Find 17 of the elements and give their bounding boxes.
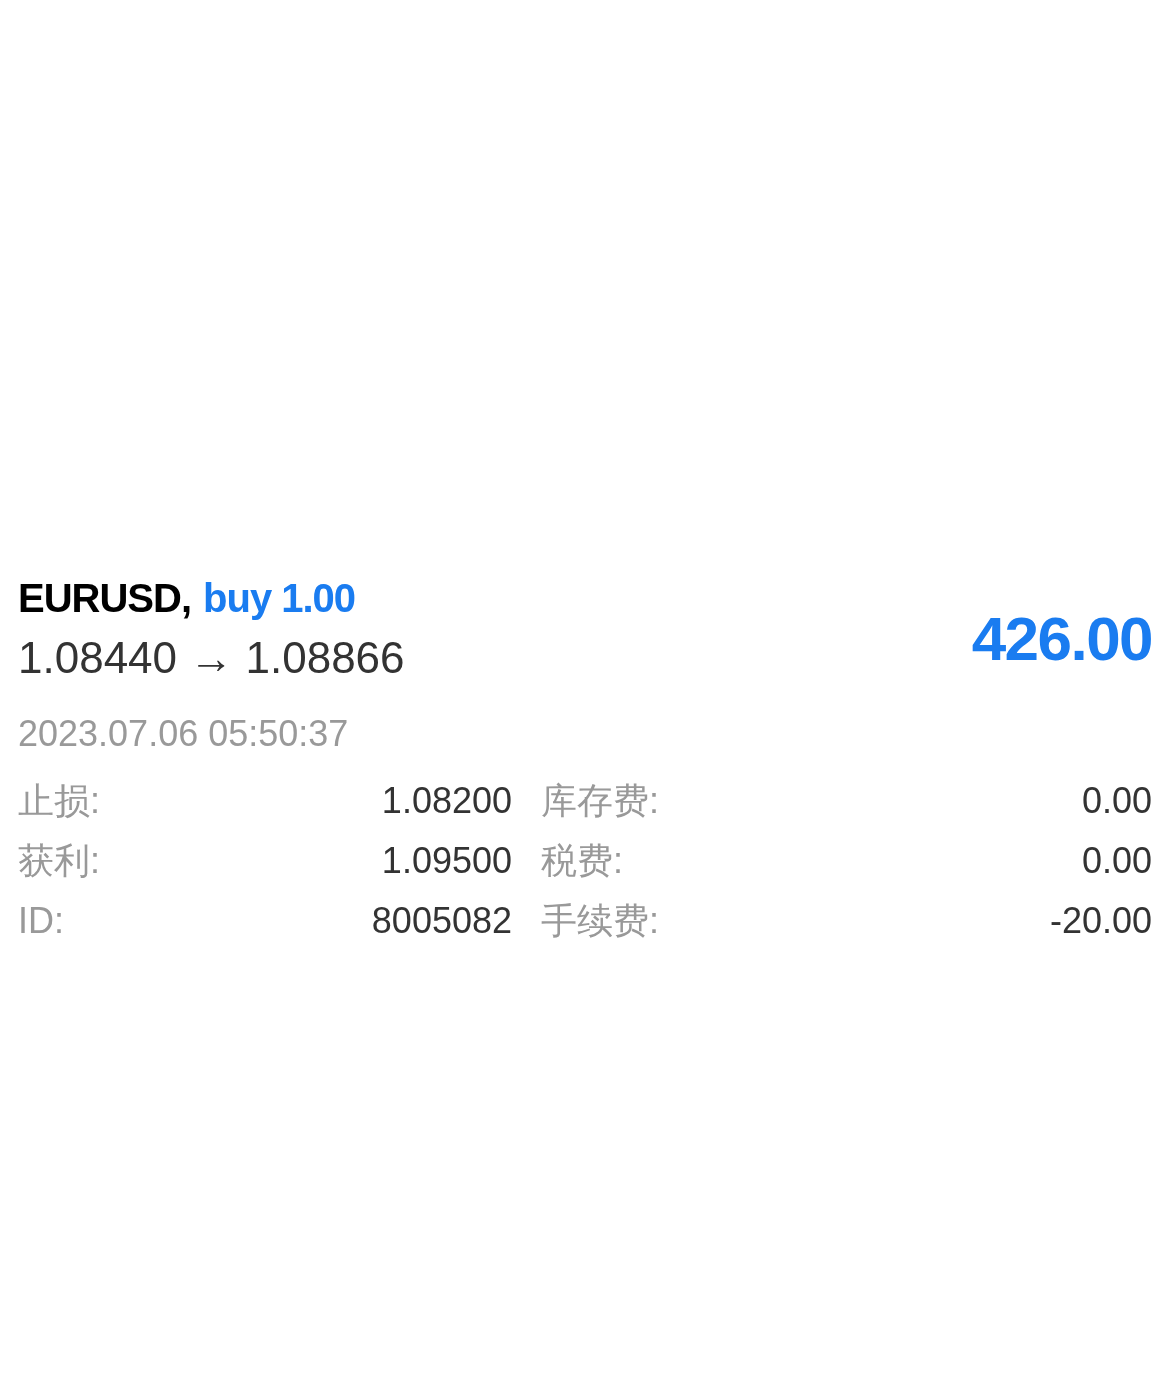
- detail-value: 1.09500: [380, 842, 512, 880]
- detail-value: 1.08200: [380, 782, 512, 820]
- price-range-text: 1.08440 → 1.08866: [18, 636, 405, 680]
- detail-value: 0.00: [1080, 782, 1152, 820]
- timestamp-text: 2023.07.06 05:50:37: [18, 716, 349, 752]
- profit-value: 426.00: [971, 608, 1152, 670]
- detail-value: 8005082: [370, 902, 512, 940]
- detail-label: 手续费:: [541, 902, 660, 940]
- symbol-label: EURUSD,: [18, 578, 192, 618]
- detail-label: 库存费:: [541, 782, 660, 820]
- detail-label: 税费:: [541, 842, 624, 880]
- detail-label: 获利:: [18, 842, 101, 880]
- order-type-label: buy 1.00: [203, 578, 356, 618]
- detail-value: -20.00: [1048, 902, 1152, 940]
- detail-value: 0.00: [1080, 842, 1152, 880]
- detail-label: 止损:: [18, 782, 101, 820]
- detail-label: ID:: [18, 902, 65, 940]
